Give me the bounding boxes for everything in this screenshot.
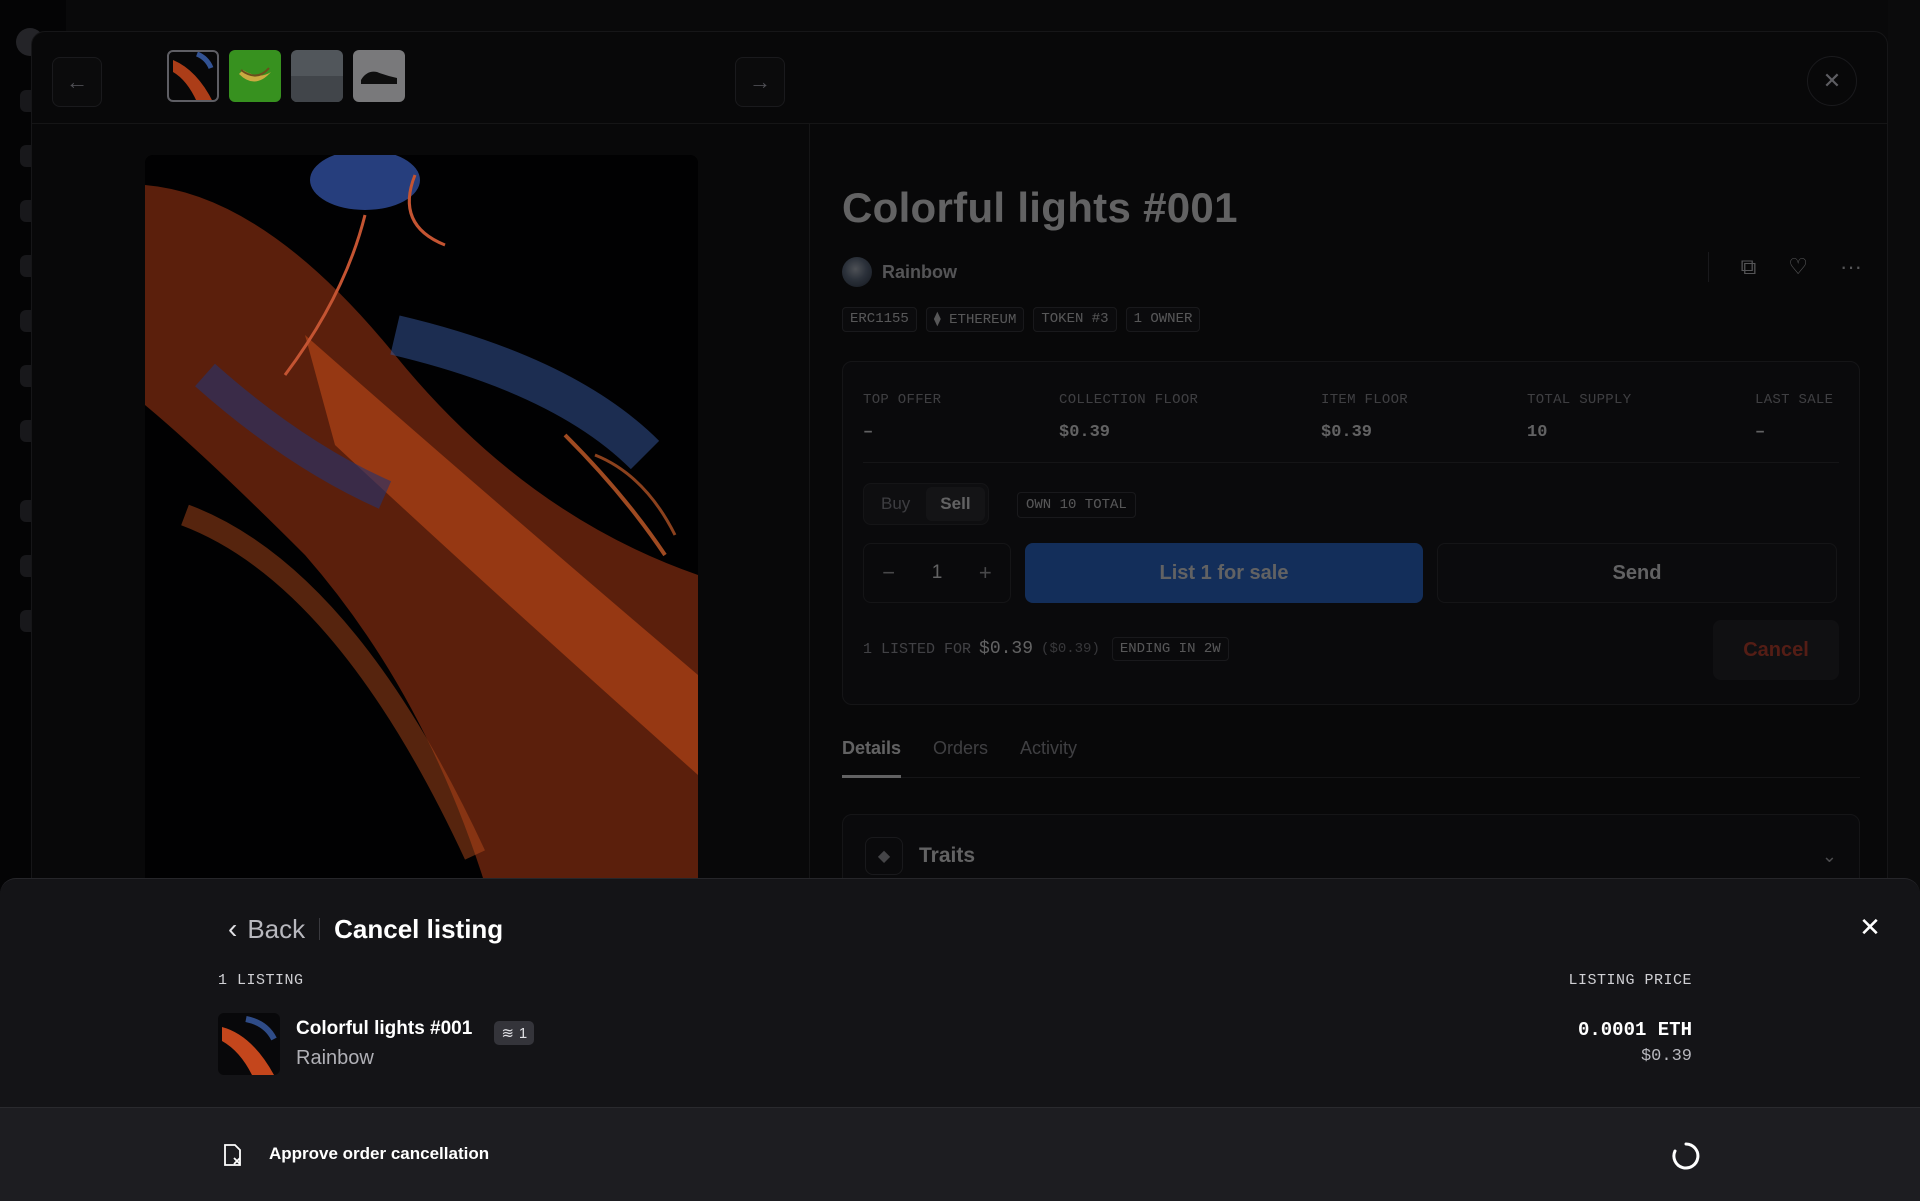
listing-row: Colorful lights #001 Rainbow ≋ 1 xyxy=(218,1013,534,1075)
loading-spinner-icon xyxy=(1671,1141,1701,1171)
quantity-badge: ≋ 1 xyxy=(494,1021,534,1045)
sheet-title: Cancel listing xyxy=(334,914,503,945)
chevron-left-icon: ‹ xyxy=(228,913,237,945)
approve-label: Approve order cancellation xyxy=(269,1144,489,1164)
listing-collection: Rainbow xyxy=(296,1047,472,1070)
header-divider xyxy=(319,918,320,940)
approve-step: Approve order cancellation xyxy=(0,1107,1920,1201)
listing-name: Colorful lights #001 xyxy=(296,1018,472,1040)
back-label: Back xyxy=(247,914,305,945)
listing-price: 0.0001 ETH $0.39 xyxy=(1578,1019,1692,1066)
sheet-header: ‹ Back Cancel listing xyxy=(228,913,503,945)
listing-count: 1 LISTING xyxy=(218,972,304,989)
listing-price-header: LISTING PRICE xyxy=(1568,972,1692,989)
sheet-close-button[interactable]: ✕ xyxy=(1854,911,1886,943)
listing-thumbnail xyxy=(218,1013,280,1075)
price-usd: $0.39 xyxy=(1578,1047,1692,1066)
price-eth: 0.0001 ETH xyxy=(1578,1019,1692,1041)
listing-info: Colorful lights #001 Rainbow xyxy=(296,1018,472,1070)
layers-icon: ≋ xyxy=(501,1024,514,1042)
quantity-badge-value: 1 xyxy=(519,1025,527,1042)
close-icon: ✕ xyxy=(1859,912,1881,943)
cancel-listing-sheet: ‹ Back Cancel listing ✕ 1 LISTING LISTIN… xyxy=(0,878,1920,1200)
back-button[interactable]: ‹ Back xyxy=(228,913,305,945)
document-cancel-icon xyxy=(222,1143,244,1167)
